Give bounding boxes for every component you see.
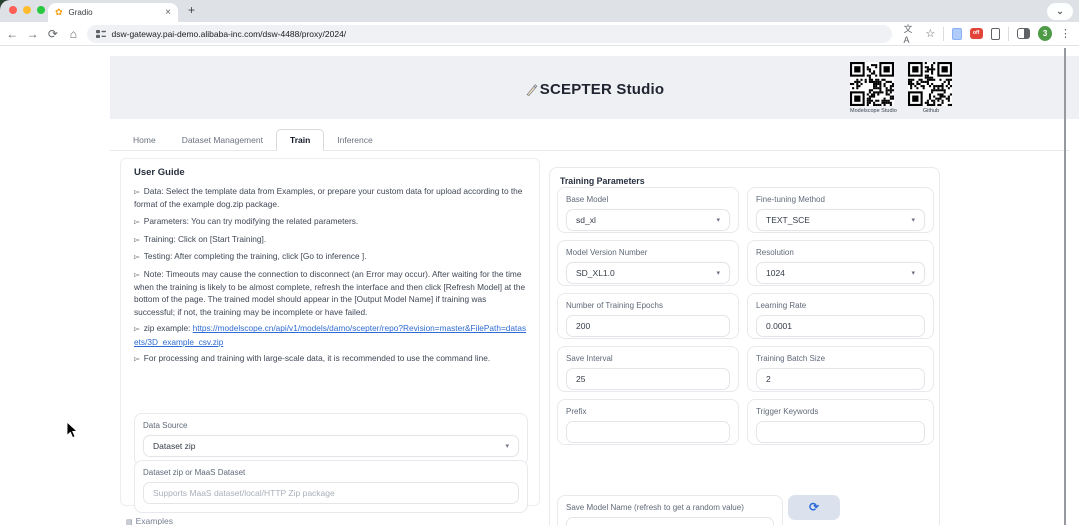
toolbar-divider [943, 26, 945, 41]
field-model-version: Model Version Number SD_XL1.0 ▾ [557, 240, 739, 286]
url-text[interactable]: dsw-gateway.pai-demo.alibaba-inc.com/dsw… [112, 29, 347, 39]
translate-icon[interactable]: 文A [904, 22, 918, 45]
qr-github: Github [908, 62, 954, 114]
data-source-dropdown[interactable]: Dataset zip ▾ [143, 435, 519, 457]
field-prefix: Prefix [557, 399, 739, 445]
prefix-input[interactable] [566, 421, 730, 443]
maximize-window-button[interactable] [37, 6, 45, 14]
tab-close-icon[interactable]: × [165, 7, 171, 18]
window-controls[interactable] [9, 6, 45, 14]
mouse-cursor [66, 421, 78, 439]
field-training-epochs: Number of Training Epochs [557, 293, 739, 339]
field-learning-rate: Learning Rate [747, 293, 934, 339]
forward-icon[interactable]: → [22, 27, 42, 41]
toolbar-divider [1008, 26, 1009, 41]
guide-item-zip-example: ▻ zip example: https://modelscope.cn/api/… [134, 323, 527, 347]
site-info-icon[interactable] [95, 29, 106, 39]
left-panel: User Guide ▻ Data: Select the template da… [120, 158, 540, 513]
model-version-dropdown[interactable]: SD_XL1.0 ▾ [566, 262, 730, 284]
tab-strip: ✿ Gradio × + ⌄ [0, 0, 1079, 22]
field-resolution: Resolution 1024 ▾ [747, 240, 934, 286]
back-icon[interactable]: ← [2, 27, 22, 41]
training-parameters-panel: Training Parameters Base Model sd_xl ▾ Fi… [549, 167, 940, 525]
tab-train[interactable]: Train [275, 129, 325, 151]
browser-toolbar: ← → ⟳ ⌂ dsw-gateway.pai-demo.alibaba-inc… [0, 22, 1079, 46]
chevron-down-icon: ▾ [911, 270, 915, 277]
url-bar[interactable]: dsw-gateway.pai-demo.alibaba-inc.com/dsw… [86, 24, 892, 43]
finetuning-method-dropdown[interactable]: TEXT_SCE ▾ [756, 209, 925, 231]
gradio-page: SCEPTER Studio Modelscope Studio Github … [0, 46, 1079, 525]
gradio-favicon-icon: ✿ [55, 7, 63, 17]
minimize-window-button[interactable] [23, 6, 31, 14]
chevron-down-icon: ▾ [911, 217, 915, 224]
tab-home[interactable]: Home [120, 130, 169, 150]
app-tab-bar: Home Dataset Management Train Inference [110, 129, 1069, 151]
guide-item: ▻ Testing: After completing the training,… [134, 251, 367, 262]
tab-search-chevron-icon[interactable]: ⌄ [1047, 3, 1073, 20]
user-guide: User Guide ▻ Data: Select the template da… [134, 167, 528, 370]
browser-tab-gradio[interactable]: ✿ Gradio × [48, 3, 178, 22]
field-save-interval: Save Interval [557, 346, 739, 392]
tab-inference[interactable]: Inference [324, 130, 385, 150]
examples-icon: ▤ [126, 519, 133, 525]
page-scrollbar[interactable] [1064, 48, 1066, 525]
save-model-name-input[interactable] [566, 517, 774, 525]
zip-example-link[interactable]: https://modelscope.cn/api/v1/models/damo… [134, 323, 526, 346]
guide-item: ▻ Data: Select the template data from Exa… [134, 186, 523, 210]
extension-clipboard-icon[interactable] [990, 27, 1001, 40]
parameter-grid: Base Model sd_xl ▾ Fine-tuning Method TEX… [557, 187, 934, 445]
qr-caption: Modelscope Studio [850, 108, 897, 114]
user-guide-title: User Guide [134, 167, 185, 178]
dataset-zip-label: Dataset zip or MaaS Dataset [143, 468, 246, 477]
examples-section-label: ▤ Examples [126, 516, 173, 525]
qr-caption: Github [922, 108, 940, 114]
home-icon[interactable]: ⌂ [63, 27, 83, 41]
extension-off-badge-icon[interactable]: off [969, 28, 983, 39]
save-interval-input[interactable] [566, 368, 730, 390]
trigger-keywords-input[interactable] [756, 421, 925, 443]
side-panel-icon[interactable] [1016, 28, 1031, 39]
dataset-zip-input[interactable] [143, 482, 519, 504]
resolution-dropdown[interactable]: 1024 ▾ [756, 262, 925, 284]
browser-menu-icon[interactable]: ⋮ [1060, 27, 1071, 40]
guide-item: ▻ Note: Timeouts may cause the connection… [134, 269, 526, 317]
refresh-icon: ⟳ [808, 500, 820, 514]
guide-item: ▻ For processing and training with large-… [134, 353, 491, 364]
field-finetuning-method: Fine-tuning Method TEXT_SCE ▾ [747, 187, 934, 233]
field-training-batch-size: Training Batch Size [747, 346, 934, 392]
tab-title: Gradio [68, 8, 93, 17]
refresh-model-name-button[interactable]: ⟳ [788, 495, 840, 520]
profile-avatar[interactable]: 3 [1038, 26, 1052, 41]
training-epochs-input[interactable] [566, 315, 730, 337]
new-tab-button[interactable]: + [188, 3, 195, 17]
data-source-label: Data Source [143, 421, 188, 430]
base-model-dropdown[interactable]: sd_xl ▾ [566, 209, 730, 231]
brush-icon [526, 84, 538, 96]
field-trigger-keywords: Trigger Keywords [747, 399, 934, 445]
data-source-group: Data Source Dataset zip ▾ [134, 413, 528, 466]
chevron-down-icon: ▾ [716, 217, 720, 224]
reload-icon[interactable]: ⟳ [43, 27, 63, 41]
close-window-button[interactable] [9, 6, 17, 14]
chevron-down-icon: ▾ [716, 270, 720, 277]
tab-dataset-management[interactable]: Dataset Management [169, 130, 276, 150]
guide-item: ▻ Training: Click on [Start Training]. [134, 233, 267, 244]
app-header-band: SCEPTER Studio Modelscope Studio Github [110, 56, 1079, 119]
learning-rate-input[interactable] [756, 315, 925, 337]
chevron-down-icon: ▾ [505, 443, 509, 450]
browser-window: ✿ Gradio × + ⌄ ← → ⟳ ⌂ dsw-gateway.pai-d… [0, 0, 1079, 525]
guide-item: ▻ Parameters: You can try modifying the r… [134, 215, 359, 226]
training-parameters-title: Training Parameters [560, 176, 645, 186]
bookmark-star-icon[interactable]: ☆ [925, 27, 935, 40]
extension-page-icon[interactable] [952, 27, 962, 40]
dataset-zip-group: Dataset zip or MaaS Dataset [134, 460, 528, 513]
field-base-model: Base Model sd_xl ▾ [557, 187, 739, 233]
toolbar-right-icons: 文A ☆ off 3 ⋮ [904, 22, 1079, 45]
training-batch-size-input[interactable] [756, 368, 925, 390]
qr-modelscope-studio: Modelscope Studio [850, 62, 897, 114]
field-save-model-name: Save Model Name (refresh to get a random… [557, 495, 783, 525]
